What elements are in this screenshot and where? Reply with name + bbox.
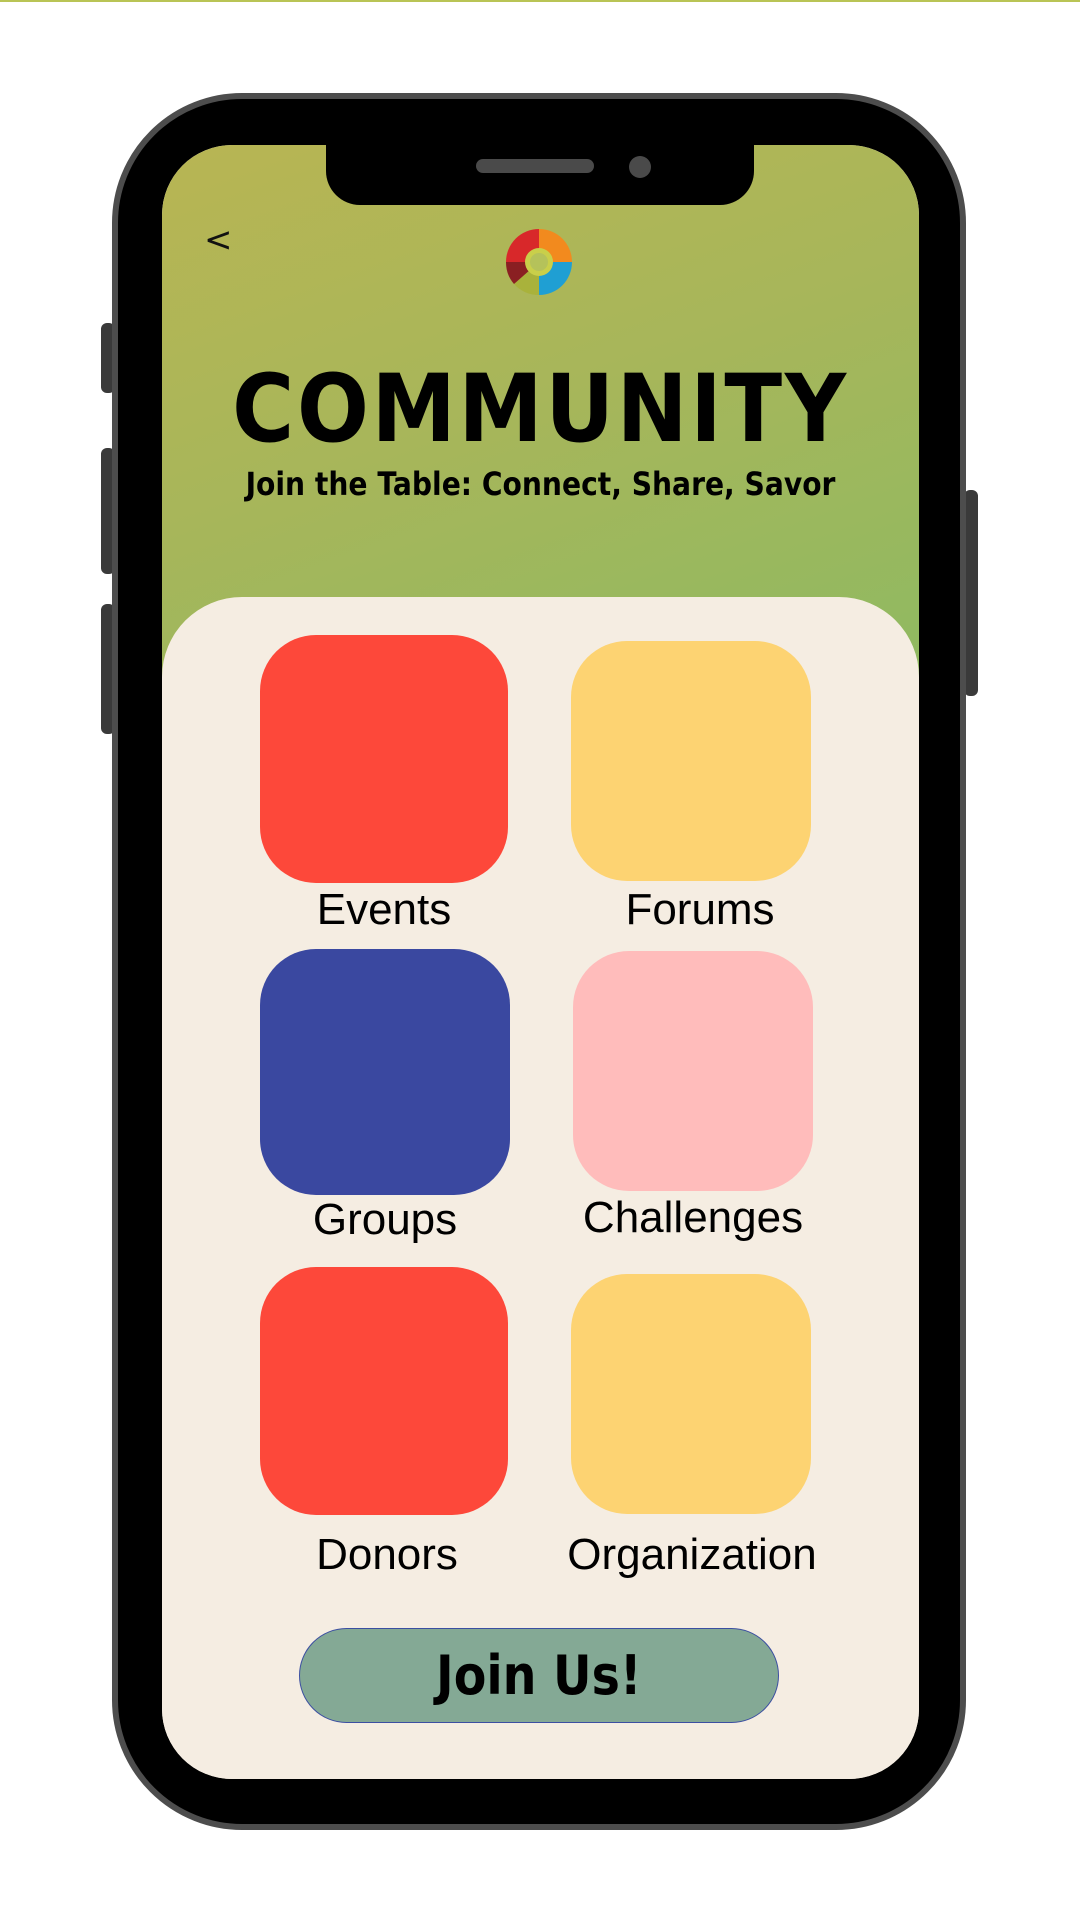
phone-notch	[326, 145, 754, 205]
join-us-button[interactable]: Join Us!	[299, 1628, 779, 1723]
forums-label: Forums	[625, 885, 775, 934]
groups-tile[interactable]	[260, 949, 510, 1195]
forums-tile[interactable]	[571, 641, 811, 881]
phone-power-button	[964, 490, 978, 696]
donors-label: Donors	[316, 1530, 458, 1579]
groups-label: Groups	[312, 1195, 458, 1244]
top-rule	[0, 0, 1080, 2]
app-screen: < COMMUNITY Join the Table: Connect, Sha…	[162, 145, 919, 1779]
organization-tile[interactable]	[571, 1274, 811, 1514]
back-button[interactable]: <	[204, 220, 233, 260]
page-title: COMMUNITY	[232, 355, 849, 464]
join-us-label: Join Us!	[436, 1644, 642, 1707]
events-tile[interactable]	[260, 635, 508, 883]
page-subtitle: Join the Table: Connect, Share, Savor	[245, 465, 836, 503]
community-logo-icon	[502, 225, 576, 299]
donors-tile[interactable]	[260, 1267, 508, 1515]
events-label: Events	[316, 885, 452, 934]
challenges-tile[interactable]	[573, 951, 813, 1191]
front-camera	[629, 156, 651, 178]
organization-label: Organization	[567, 1530, 817, 1579]
speaker-grille	[476, 159, 594, 173]
challenges-label: Challenges	[582, 1193, 804, 1242]
